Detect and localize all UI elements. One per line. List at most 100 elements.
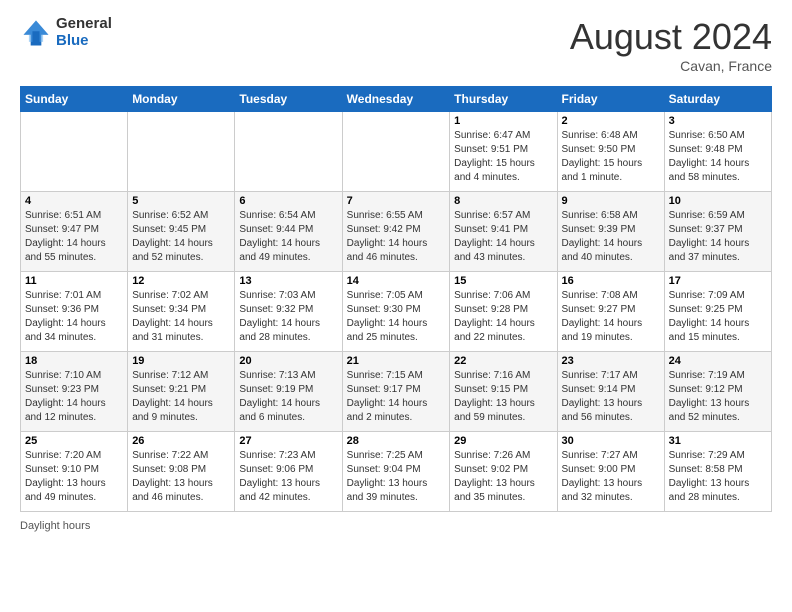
day-info: Sunrise: 7:17 AM Sunset: 9:14 PM Dayligh… [562, 369, 660, 425]
day-info: Sunrise: 6:50 AM Sunset: 9:48 PM Dayligh… [669, 129, 767, 185]
day-number: 20 [239, 355, 337, 367]
day-number: 26 [132, 435, 230, 447]
day-info: Sunrise: 7:15 AM Sunset: 9:17 PM Dayligh… [347, 369, 446, 425]
calendar: SundayMondayTuesdayWednesdayThursdayFrid… [20, 86, 772, 512]
day-info: Sunrise: 7:27 AM Sunset: 9:00 PM Dayligh… [562, 449, 660, 505]
calendar-cell: 8 Sunrise: 6:57 AM Sunset: 9:41 PM Daylig… [450, 192, 557, 272]
day-info: Sunrise: 6:47 AM Sunset: 9:51 PM Dayligh… [454, 129, 552, 185]
day-number: 25 [25, 435, 123, 447]
calendar-cell: 10 Sunrise: 6:59 AM Sunset: 9:37 PM Dayli… [664, 192, 771, 272]
day-number: 30 [562, 435, 660, 447]
day-header-tuesday: Tuesday [235, 87, 342, 112]
calendar-cell: 23 Sunrise: 7:17 AM Sunset: 9:14 PM Dayli… [557, 352, 664, 432]
day-info: Sunrise: 6:57 AM Sunset: 9:41 PM Dayligh… [454, 209, 552, 265]
day-number: 31 [669, 435, 767, 447]
day-number: 17 [669, 275, 767, 287]
week-row-4: 18 Sunrise: 7:10 AM Sunset: 9:23 PM Dayli… [21, 352, 772, 432]
calendar-cell: 5 Sunrise: 6:52 AM Sunset: 9:45 PM Daylig… [128, 192, 235, 272]
day-info: Sunrise: 7:19 AM Sunset: 9:12 PM Dayligh… [669, 369, 767, 425]
calendar-cell: 24 Sunrise: 7:19 AM Sunset: 9:12 PM Dayli… [664, 352, 771, 432]
calendar-cell: 17Sunrise: 7:09 AM Sunset: 9:25 PM Dayli… [664, 272, 771, 352]
day-number: 8 [454, 195, 552, 207]
calendar-cell [342, 112, 450, 192]
calendar-cell: 29Sunrise: 7:26 AM Sunset: 9:02 PM Dayli… [450, 432, 557, 512]
day-number: 24 [669, 355, 767, 367]
calendar-cell [235, 112, 342, 192]
day-info: Sunrise: 6:58 AM Sunset: 9:39 PM Dayligh… [562, 209, 660, 265]
calendar-cell: 25 Sunrise: 7:20 AM Sunset: 9:10 PM Dayli… [21, 432, 128, 512]
day-info: Sunrise: 7:29 AM Sunset: 8:58 PM Dayligh… [669, 449, 767, 505]
header-row: SundayMondayTuesdayWednesdayThursdayFrid… [21, 87, 772, 112]
day-header-thursday: Thursday [450, 87, 557, 112]
day-info: Sunrise: 6:48 AM Sunset: 9:50 PM Dayligh… [562, 129, 660, 185]
logo-text: General Blue [56, 16, 112, 49]
day-info: Sunrise: 6:55 AM Sunset: 9:42 PM Dayligh… [347, 209, 446, 265]
calendar-cell: 15 Sunrise: 7:06 AM Sunset: 9:28 PM Dayli… [450, 272, 557, 352]
calendar-cell: 21Sunrise: 7:15 AM Sunset: 9:17 PM Dayli… [342, 352, 450, 432]
week-row-2: 4Sunrise: 6:51 AM Sunset: 9:47 PM Daylig… [21, 192, 772, 272]
day-info: Sunrise: 6:59 AM Sunset: 9:37 PM Dayligh… [669, 209, 767, 265]
day-number: 5 [132, 195, 230, 207]
day-number: 12 [132, 275, 230, 287]
title-area: August 2024 Cavan, France [570, 16, 772, 74]
logo-icon [20, 17, 52, 49]
day-info: Sunrise: 7:12 AM Sunset: 9:21 PM Dayligh… [132, 369, 230, 425]
day-number: 28 [347, 435, 446, 447]
calendar-cell [21, 112, 128, 192]
day-number: 16 [562, 275, 660, 287]
daylight-hours-label: Daylight hours [20, 520, 90, 532]
legend: Daylight hours [20, 520, 772, 532]
day-header-monday: Monday [128, 87, 235, 112]
logo-general-text: General [56, 16, 112, 33]
day-number: 18 [25, 355, 123, 367]
day-number: 29 [454, 435, 552, 447]
day-number: 6 [239, 195, 337, 207]
day-number: 22 [454, 355, 552, 367]
calendar-cell: 4Sunrise: 6:51 AM Sunset: 9:47 PM Daylig… [21, 192, 128, 272]
day-number: 1 [454, 115, 552, 127]
week-row-5: 25 Sunrise: 7:20 AM Sunset: 9:10 PM Dayli… [21, 432, 772, 512]
week-row-3: 11 Sunrise: 7:01 AM Sunset: 9:36 PM Dayli… [21, 272, 772, 352]
day-header-saturday: Saturday [664, 87, 771, 112]
day-number: 13 [239, 275, 337, 287]
day-info: Sunrise: 7:03 AM Sunset: 9:32 PM Dayligh… [239, 289, 337, 345]
subtitle: Cavan, France [570, 58, 772, 74]
day-number: 23 [562, 355, 660, 367]
day-info: Sunrise: 7:10 AM Sunset: 9:23 PM Dayligh… [25, 369, 123, 425]
logo-blue-text: Blue [56, 33, 112, 50]
calendar-cell: 3Sunrise: 6:50 AM Sunset: 9:48 PM Daylig… [664, 112, 771, 192]
logo: General Blue [20, 16, 112, 49]
day-info: Sunrise: 7:05 AM Sunset: 9:30 PM Dayligh… [347, 289, 446, 345]
day-info: Sunrise: 7:20 AM Sunset: 9:10 PM Dayligh… [25, 449, 123, 505]
calendar-cell: 14 Sunrise: 7:05 AM Sunset: 9:30 PM Dayli… [342, 272, 450, 352]
calendar-cell: 26 Sunrise: 7:22 AM Sunset: 9:08 PM Dayli… [128, 432, 235, 512]
day-number: 14 [347, 275, 446, 287]
calendar-cell: 1 Sunrise: 6:47 AM Sunset: 9:51 PM Daylig… [450, 112, 557, 192]
day-info: Sunrise: 6:52 AM Sunset: 9:45 PM Dayligh… [132, 209, 230, 265]
day-info: Sunrise: 7:13 AM Sunset: 9:19 PM Dayligh… [239, 369, 337, 425]
calendar-cell: 19Sunrise: 7:12 AM Sunset: 9:21 PM Dayli… [128, 352, 235, 432]
day-info: Sunrise: 7:23 AM Sunset: 9:06 PM Dayligh… [239, 449, 337, 505]
day-info: Sunrise: 7:01 AM Sunset: 9:36 PM Dayligh… [25, 289, 123, 345]
month-title: August 2024 [570, 16, 772, 58]
day-header-sunday: Sunday [21, 87, 128, 112]
day-info: Sunrise: 7:22 AM Sunset: 9:08 PM Dayligh… [132, 449, 230, 505]
day-info: Sunrise: 6:54 AM Sunset: 9:44 PM Dayligh… [239, 209, 337, 265]
day-number: 10 [669, 195, 767, 207]
calendar-cell: 12Sunrise: 7:02 AM Sunset: 9:34 PM Dayli… [128, 272, 235, 352]
day-info: Sunrise: 7:06 AM Sunset: 9:28 PM Dayligh… [454, 289, 552, 345]
day-info: Sunrise: 7:08 AM Sunset: 9:27 PM Dayligh… [562, 289, 660, 345]
calendar-cell: 7 Sunrise: 6:55 AM Sunset: 9:42 PM Daylig… [342, 192, 450, 272]
day-number: 27 [239, 435, 337, 447]
day-number: 11 [25, 275, 123, 287]
calendar-cell: 22Sunrise: 7:16 AM Sunset: 9:15 PM Dayli… [450, 352, 557, 432]
day-number: 15 [454, 275, 552, 287]
day-number: 4 [25, 195, 123, 207]
calendar-cell: 2 Sunrise: 6:48 AM Sunset: 9:50 PM Daylig… [557, 112, 664, 192]
calendar-cell: 11 Sunrise: 7:01 AM Sunset: 9:36 PM Dayli… [21, 272, 128, 352]
calendar-cell: 13 Sunrise: 7:03 AM Sunset: 9:32 PM Dayli… [235, 272, 342, 352]
day-number: 7 [347, 195, 446, 207]
calendar-cell: 28Sunrise: 7:25 AM Sunset: 9:04 PM Dayli… [342, 432, 450, 512]
day-number: 2 [562, 115, 660, 127]
day-number: 9 [562, 195, 660, 207]
